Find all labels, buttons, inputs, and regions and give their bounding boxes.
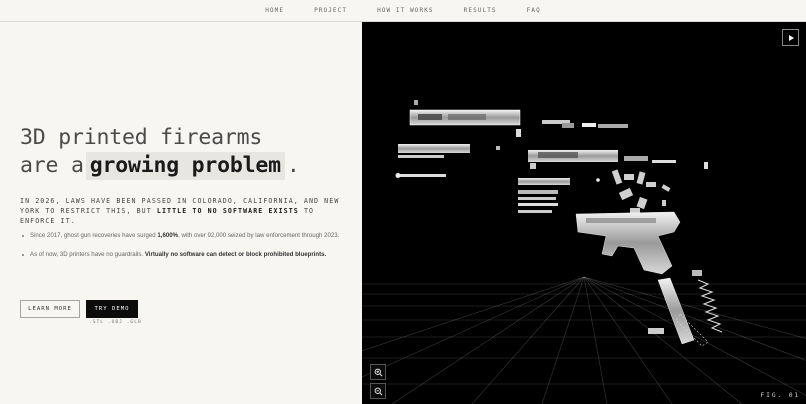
list-item: Since 2017, ghost gun recoveries have su… (22, 232, 352, 240)
headline-prefix: are a (20, 153, 84, 178)
floor-grid (362, 276, 806, 404)
recoil-rod-part (395, 173, 446, 178)
stats-list: Since 2017, ghost gun recoveries have su… (22, 232, 352, 270)
nav-home[interactable]: HOME (265, 7, 284, 14)
hero-panel: 3D printed firearms are a growing problem… (0, 22, 362, 404)
small-parts-top (542, 120, 628, 128)
nav-how-it-works[interactable]: HOW IT WORKS (377, 7, 434, 14)
slide-part (409, 100, 521, 137)
list-item: As of now, 3D printers have no guardrail… (22, 251, 352, 259)
zoom-out-icon (374, 387, 382, 395)
nav-faq[interactable]: FAQ (527, 7, 541, 14)
nav-project[interactable]: PROJECT (314, 7, 347, 14)
headline-line-1: 3D printed firearms (20, 125, 263, 150)
supported-formats: .STL .OBJ .GLB (89, 320, 142, 325)
slide-part-2 (528, 150, 708, 169)
nav-results[interactable]: RESULTS (464, 7, 497, 14)
headline-line-2: are a growing problem. (20, 152, 300, 180)
hero-headline: 3D printed firearms are a growing problem… (20, 124, 300, 180)
magazine-part (648, 270, 709, 347)
bullet-text: As of now, 3D printers have no guardrail… (30, 251, 144, 258)
small-parts-left (518, 178, 600, 213)
model-viewer[interactable]: FIG. 01 (362, 22, 806, 404)
top-nav: HOME PROJECT HOW IT WORKS RESULTS FAQ (0, 0, 806, 22)
lead-emphasis: LITTLE TO NO SOFTWARE EXISTS (156, 207, 299, 215)
zoom-in-icon (374, 368, 382, 376)
headline-highlight: growing problem (85, 152, 285, 180)
figure-label: FIG. 01 (760, 391, 800, 399)
bullet-emphasis: 1,600% (157, 232, 179, 239)
play-button[interactable] (782, 29, 799, 46)
play-icon (788, 34, 794, 41)
headline-suffix: . (286, 153, 300, 178)
bullet-text-after: , with over 92,000 seized by law enforce… (178, 232, 340, 239)
zoom-out-button[interactable] (370, 383, 386, 399)
bullet-text: Since 2017, ghost gun recoveries have su… (30, 232, 156, 239)
exploded-firearm-render (362, 100, 806, 404)
trigger-parts (611, 169, 671, 214)
learn-more-button[interactable]: LEARN MORE (20, 300, 80, 318)
try-demo-button[interactable]: TRY DEMO (86, 300, 138, 318)
lead-paragraph: IN 2026, LAWS HAVE BEEN PASSED IN COLORA… (20, 196, 350, 226)
bullet-emphasis: Virtually no software can detect or bloc… (144, 251, 327, 258)
frame-part (575, 211, 681, 275)
barrel-part (398, 144, 500, 158)
zoom-in-button[interactable] (370, 364, 386, 380)
